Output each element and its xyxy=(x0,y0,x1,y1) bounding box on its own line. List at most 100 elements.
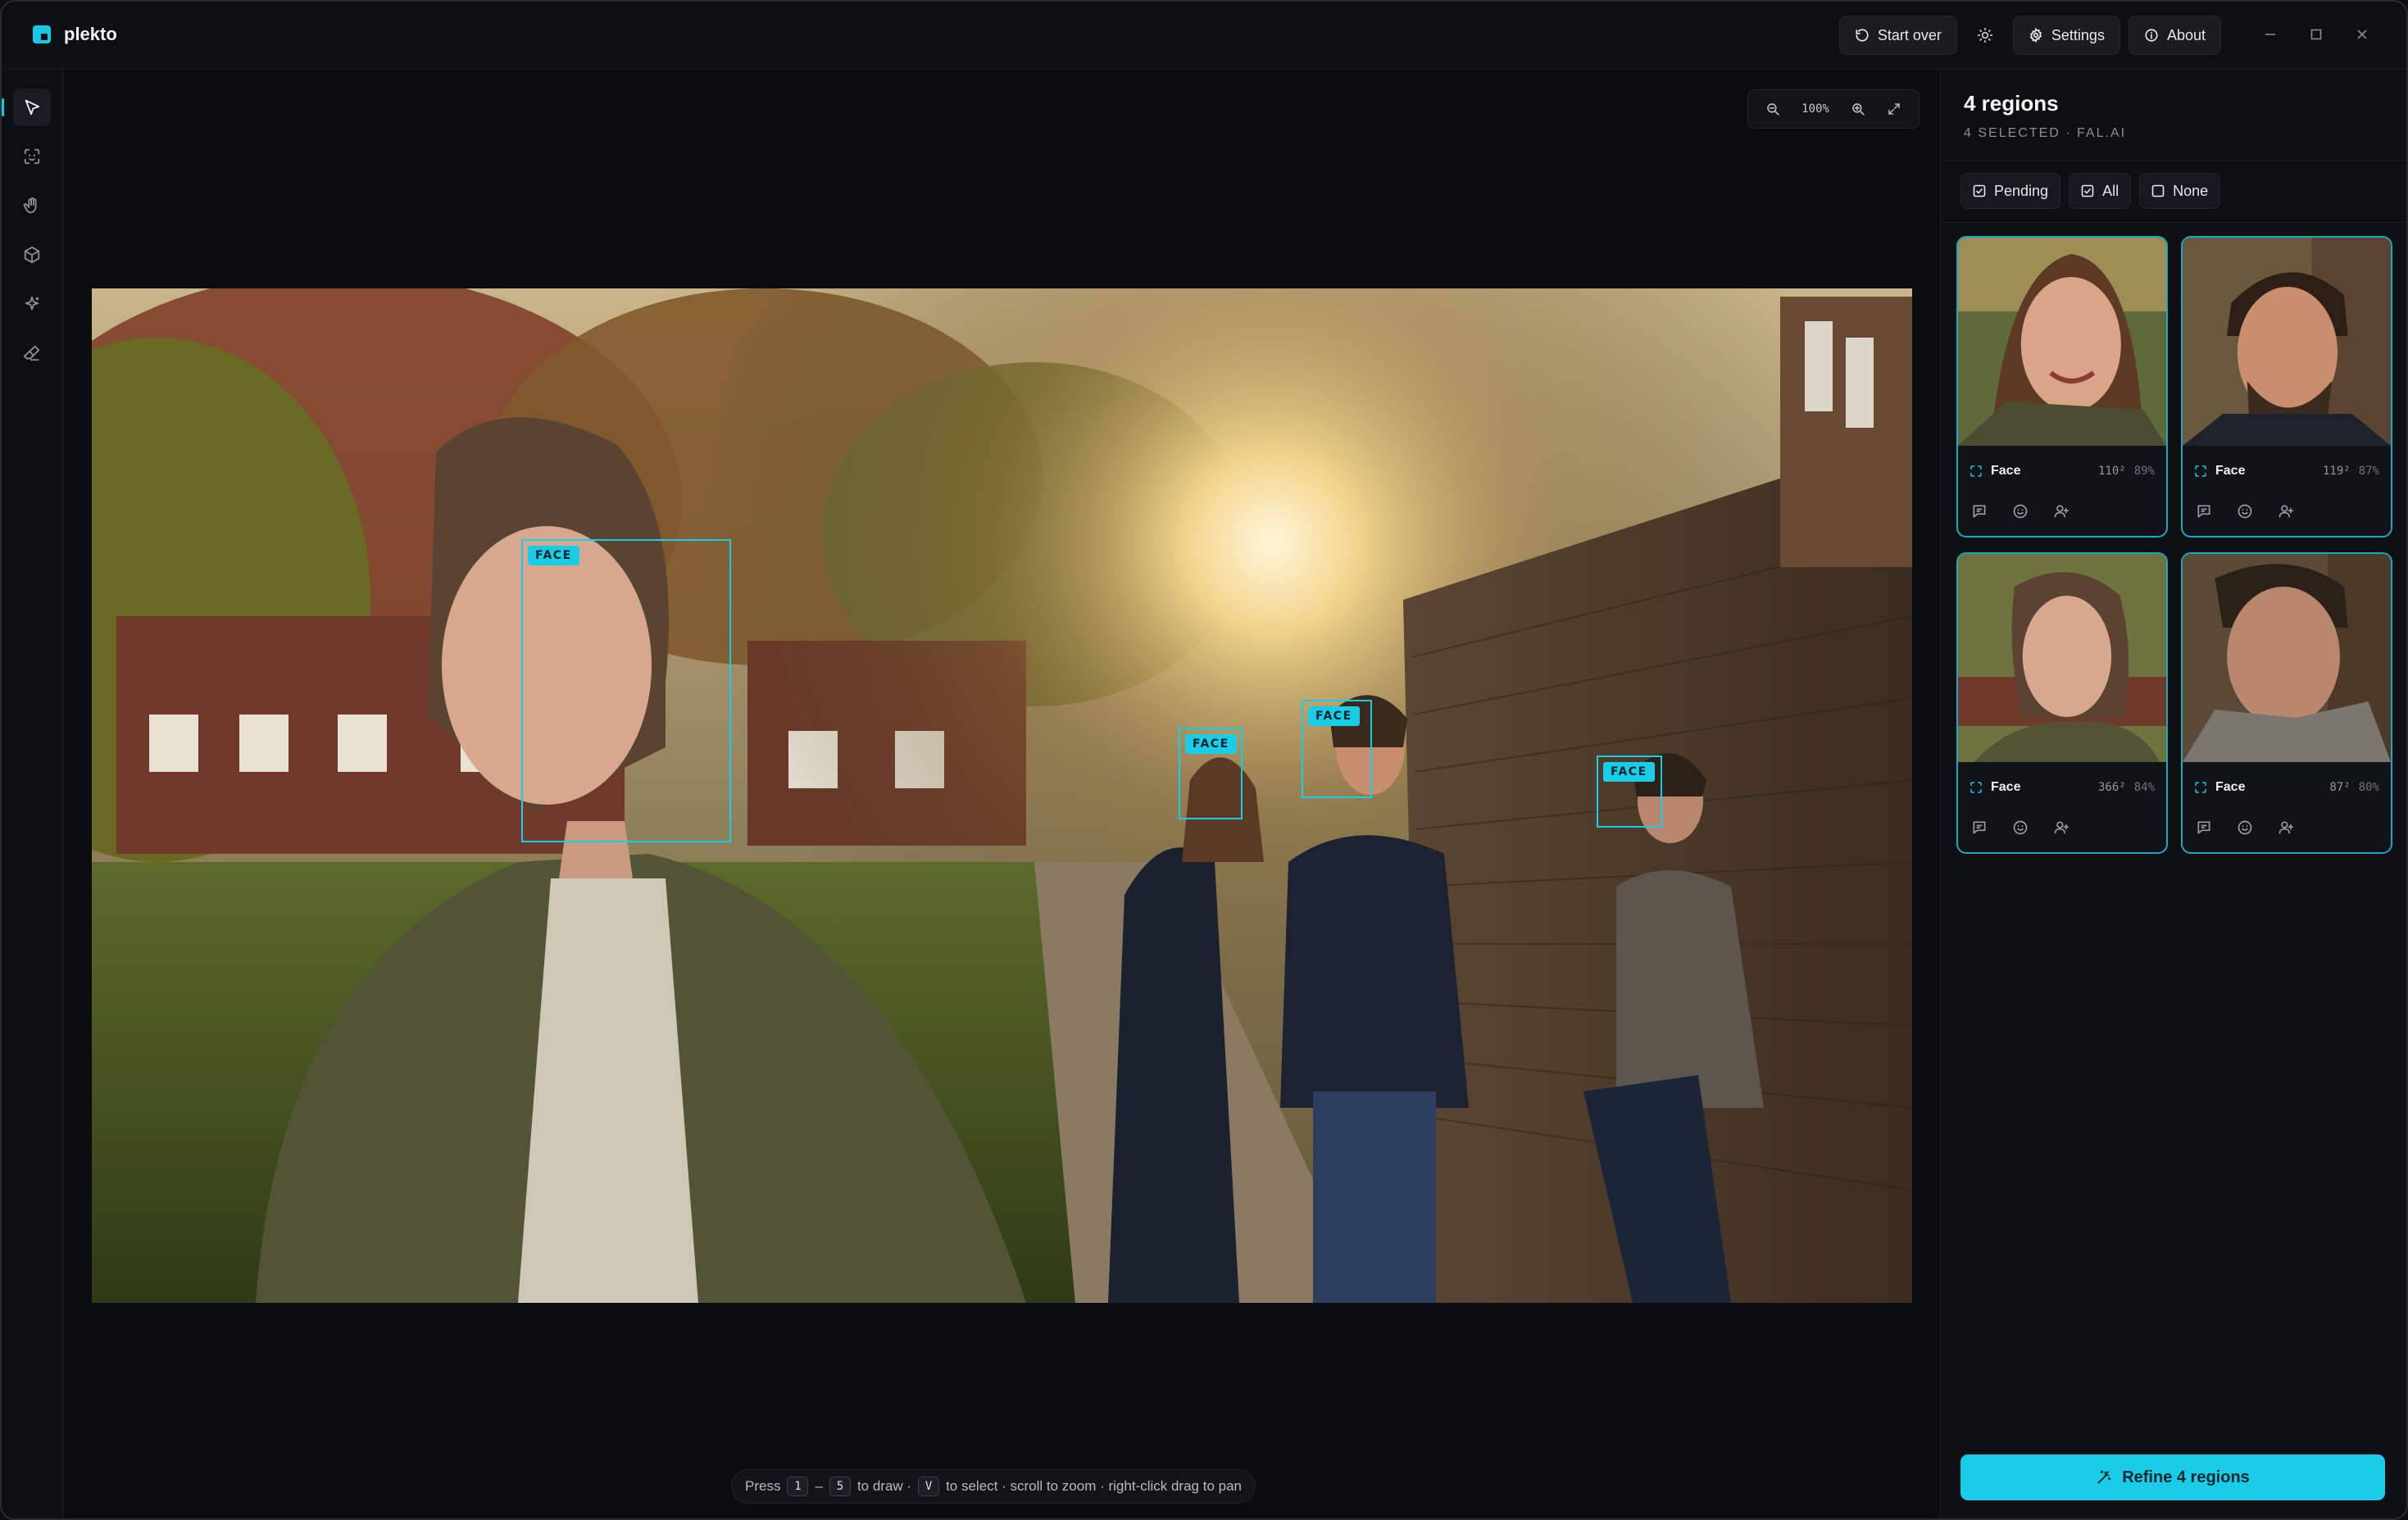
region-confidence: 80% xyxy=(2358,781,2379,794)
theme-toggle-button[interactable] xyxy=(1965,16,2005,55)
logo-icon xyxy=(33,25,51,43)
pan-tool[interactable] xyxy=(13,187,51,225)
pointer-tool[interactable] xyxy=(2,88,51,126)
hint-dash: – xyxy=(815,1478,823,1494)
region-card[interactable]: Face 119² 87% xyxy=(2181,236,2392,538)
zoom-in-icon[interactable] xyxy=(1842,93,1874,125)
object-tool[interactable] xyxy=(13,236,51,274)
refine-label: Refine 4 regions xyxy=(2122,1468,2250,1486)
regions-panel: 4 regions 4 SELECTED · FAL.AI Pending Al… xyxy=(1940,70,2406,1518)
face-tag: FACE xyxy=(1185,734,1237,754)
app-window: plekto Start over Settings About 100% FA… xyxy=(0,0,2408,1520)
settings-button[interactable]: Settings xyxy=(2012,16,2120,55)
magic-wand-icon xyxy=(2097,1470,2111,1484)
key-1: 1 xyxy=(787,1477,809,1496)
face-box-3[interactable]: FACE xyxy=(1302,700,1372,798)
zoom-controls: 100% xyxy=(1747,89,1920,129)
add-person-icon[interactable] xyxy=(2051,501,2071,521)
add-person-icon[interactable] xyxy=(2276,818,2296,837)
hint-press: Press xyxy=(745,1478,781,1494)
select-none-button[interactable]: None xyxy=(2139,173,2221,209)
face-tag: FACE xyxy=(1603,762,1655,782)
caption-icon[interactable] xyxy=(1970,501,1989,521)
gear-icon xyxy=(2029,28,2042,43)
region-size: 87² xyxy=(2329,781,2351,794)
add-person-icon[interactable] xyxy=(2276,501,2296,521)
region-card[interactable]: Face 110² 89% xyxy=(1956,236,2168,538)
face-scan-icon xyxy=(2195,782,2206,793)
tool-rail xyxy=(2,69,63,1518)
region-type: Face xyxy=(2215,780,2246,794)
refine-regions-button[interactable]: Refine 4 regions xyxy=(1960,1454,2385,1500)
settings-label: Settings xyxy=(2051,26,2105,43)
face-box-4[interactable]: FACE xyxy=(1597,755,1662,828)
hint-draw: to draw · xyxy=(856,1478,912,1494)
add-person-icon[interactable] xyxy=(2051,818,2071,837)
face-thumbnail xyxy=(1958,238,2166,446)
region-size: 366² xyxy=(2097,781,2126,794)
smile-icon[interactable] xyxy=(2235,501,2255,521)
face-box-2[interactable]: FACE xyxy=(1179,728,1243,819)
eraser-icon xyxy=(23,345,40,361)
divider xyxy=(1941,160,2406,161)
start-over-button[interactable]: Start over xyxy=(1838,16,1957,55)
title-bar: plekto Start over Settings About xyxy=(2,2,2406,69)
face-scan-icon xyxy=(1970,782,1982,793)
auto-detect-tool[interactable] xyxy=(13,285,51,323)
face-tag: FACE xyxy=(528,546,579,565)
checkbox-empty-icon xyxy=(2151,184,2165,197)
restart-icon xyxy=(1856,29,1869,42)
region-size: 119² xyxy=(2322,465,2351,478)
region-confidence: 87% xyxy=(2358,465,2379,478)
pointer-icon xyxy=(25,99,40,116)
select-pending-button[interactable]: Pending xyxy=(1960,173,2061,209)
about-label: About xyxy=(2166,26,2206,43)
all-label: All xyxy=(2102,182,2119,199)
face-tag: FACE xyxy=(1308,706,1360,726)
smile-icon[interactable] xyxy=(2235,818,2255,837)
region-cards: Face 110² 89% Face 119² 87% Face 366² 84… xyxy=(1956,236,2395,854)
key-v: V xyxy=(918,1477,940,1496)
region-confidence: 89% xyxy=(2133,465,2155,478)
brand: plekto xyxy=(33,24,117,45)
smile-icon[interactable] xyxy=(2010,501,2030,521)
face-detect-tool[interactable] xyxy=(13,138,51,175)
pending-label: Pending xyxy=(1994,182,2049,199)
face-thumbnail xyxy=(1958,554,2166,762)
info-icon xyxy=(2145,29,2158,42)
app-name: plekto xyxy=(64,24,117,44)
shortcut-hint: Press 1 – 5 to draw · V to select · scro… xyxy=(731,1469,1256,1504)
key-5: 5 xyxy=(829,1477,851,1496)
fit-screen-icon[interactable] xyxy=(1878,93,1910,125)
source-photo: FACE FACE FACE FACE xyxy=(92,288,1912,1303)
sparkles-icon xyxy=(25,296,39,311)
region-card[interactable]: Face 366² 84% xyxy=(1956,552,2168,854)
image-canvas[interactable]: 100% FACE FACE FACE FACE Press 1 – 5 to … xyxy=(64,70,1939,1518)
caption-icon[interactable] xyxy=(2194,818,2214,837)
hint-rest: to select · scroll to zoom · right-click… xyxy=(946,1478,1242,1494)
caption-icon[interactable] xyxy=(2194,501,2214,521)
face-scan-icon xyxy=(2195,465,2206,477)
regions-subtitle: 4 SELECTED · FAL.AI xyxy=(1964,126,2127,140)
face-box-1[interactable]: FACE xyxy=(521,539,731,842)
zoom-out-icon[interactable] xyxy=(1756,93,1789,125)
face-thumbnail xyxy=(2183,554,2391,762)
minimize-icon[interactable] xyxy=(2259,20,2282,49)
maximize-icon[interactable] xyxy=(2305,20,2328,49)
checkbox-checked-icon xyxy=(1973,184,1986,197)
select-all-button[interactable]: All xyxy=(2069,173,2132,209)
none-label: None xyxy=(2173,182,2209,199)
hand-icon xyxy=(23,197,37,214)
region-type: Face xyxy=(1991,464,2021,478)
region-card[interactable]: Face 87² 80% xyxy=(2181,552,2392,854)
smile-icon[interactable] xyxy=(2010,818,2030,837)
divider xyxy=(1941,222,2406,223)
region-confidence: 84% xyxy=(2133,781,2155,794)
cube-icon xyxy=(24,246,40,264)
caption-icon[interactable] xyxy=(1970,818,1989,837)
about-button[interactable]: About xyxy=(2128,16,2221,55)
face-scan-icon xyxy=(24,148,40,165)
close-icon[interactable] xyxy=(2351,20,2374,49)
eraser-tool[interactable] xyxy=(13,334,51,372)
selection-filters: Pending All None xyxy=(1960,173,2221,209)
